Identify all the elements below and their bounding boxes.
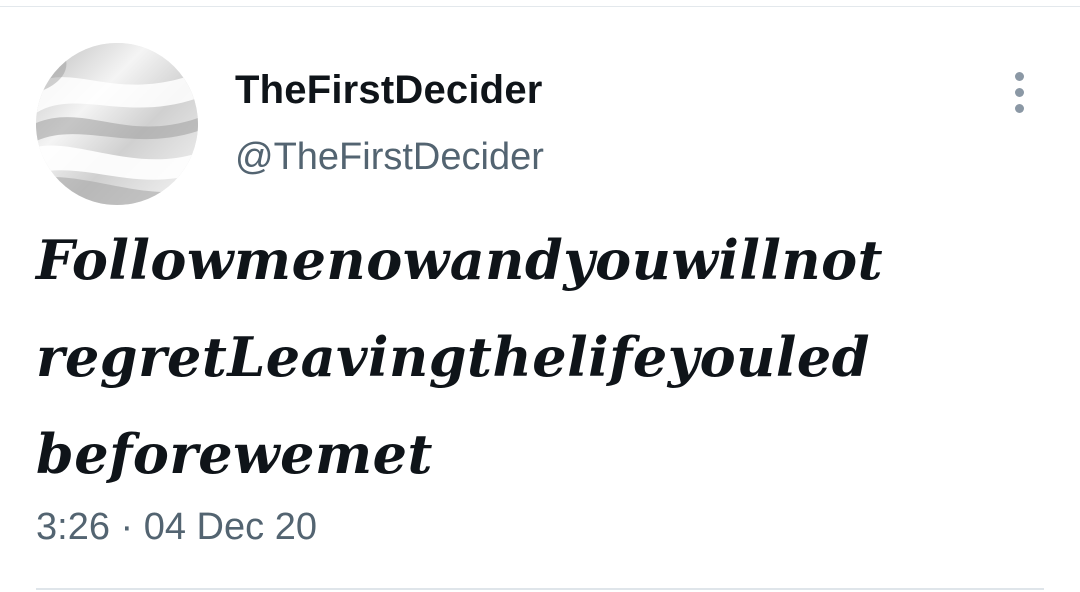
avatar-image [36,43,198,205]
more-vertical-dots-icon [1015,72,1024,81]
tweet-text: Followmenowandyouwillnot regretLeavingth… [36,228,884,486]
avatar[interactable] [36,43,198,205]
display-name[interactable]: TheFirstDecider [235,68,543,113]
tweet-timestamp[interactable]: 3:26 · 04 Dec 20 [36,506,317,549]
more-vertical-dots-icon-dot [1015,88,1024,97]
more-vertical-dots-icon-dot [1015,104,1024,113]
user-handle[interactable]: @TheFirstDecider [235,136,544,179]
top-divider [0,6,1080,7]
more-options-button[interactable] [1000,66,1040,118]
bottom-divider [36,588,1044,590]
